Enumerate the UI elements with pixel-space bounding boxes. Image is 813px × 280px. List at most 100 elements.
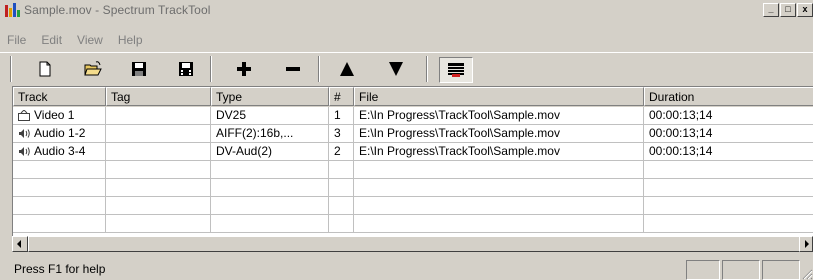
empty-cell [329, 197, 354, 215]
open-button[interactable] [80, 57, 106, 81]
save-all-button[interactable] [173, 57, 199, 81]
empty-cell [211, 179, 329, 197]
close-button[interactable]: x [797, 3, 813, 17]
move-down-button[interactable] [383, 57, 409, 81]
empty-cell [211, 197, 329, 215]
minimize-button[interactable]: _ [763, 3, 779, 17]
cell-track: Video 1 [13, 107, 106, 125]
menu-help[interactable]: Help [111, 33, 151, 47]
scroll-right-button[interactable] [799, 236, 813, 252]
column-header-file[interactable]: File [354, 87, 644, 106]
empty-cell [13, 179, 106, 197]
save-button[interactable] [126, 57, 152, 81]
toolbar-separator [426, 56, 428, 82]
status-panel [722, 260, 760, 280]
empty-cell [329, 215, 354, 233]
properties-button[interactable] [439, 57, 473, 83]
toolbar-separator [318, 56, 320, 82]
audio-track-icon [19, 129, 30, 139]
cell-file: E:\In Progress\TrackTool\Sample.mov [354, 125, 644, 143]
menu-view[interactable]: View [70, 33, 111, 47]
app-icon[interactable] [4, 2, 20, 18]
table-row[interactable]: Audio 3-4 DV-Aud(2) 2 E:\In Progress\Tra… [13, 143, 813, 161]
horizontal-scrollbar[interactable] [12, 236, 813, 252]
empty-cell [644, 161, 813, 179]
empty-row [13, 179, 813, 197]
cell-number: 1 [329, 107, 354, 125]
new-button[interactable] [32, 57, 58, 81]
column-header-track[interactable]: Track [13, 87, 106, 106]
empty-cell [644, 215, 813, 233]
empty-cell [13, 161, 106, 179]
toolbar-separator [10, 56, 12, 82]
window-title: Sample.mov - Spectrum TrackTool [24, 3, 211, 17]
empty-row [13, 215, 813, 233]
move-up-button[interactable] [334, 57, 360, 81]
column-header-number[interactable]: # [329, 87, 354, 106]
cell-track: Audio 1-2 [13, 125, 106, 143]
properties-icon [448, 63, 464, 77]
cell-tag [106, 143, 211, 161]
arrow-left-icon [17, 240, 21, 248]
cell-duration: 00:00:13;14 [644, 107, 813, 125]
remove-track-button[interactable] [280, 57, 306, 81]
scroll-thumb[interactable] [28, 236, 800, 252]
cell-tag [106, 125, 211, 143]
empty-cell [13, 215, 106, 233]
table-row[interactable]: Audio 1-2 AIFF(2):16b,... 3 E:\In Progre… [13, 125, 813, 143]
open-folder-icon [84, 61, 102, 76]
track-name: Audio 1-2 [34, 126, 86, 140]
cell-tag [106, 107, 211, 125]
menu-file[interactable]: File [0, 33, 34, 47]
empty-cell [644, 197, 813, 215]
empty-cell [211, 161, 329, 179]
empty-cell [644, 179, 813, 197]
empty-cell [329, 161, 354, 179]
empty-cell [106, 161, 211, 179]
column-header-tag[interactable]: Tag [106, 87, 211, 106]
arrow-right-icon [805, 240, 809, 248]
status-panel [686, 260, 720, 280]
window-controls: _ □ x [762, 3, 813, 17]
column-header-type[interactable]: Type [211, 87, 329, 106]
toolbar-separator [210, 56, 212, 82]
add-icon [237, 62, 251, 76]
empty-cell [13, 197, 106, 215]
column-header-duration[interactable]: Duration [644, 87, 813, 106]
cell-number: 2 [329, 143, 354, 161]
track-name: Video 1 [34, 108, 75, 122]
resize-grip-icon[interactable] [801, 268, 813, 280]
status-text: Press F1 for help [14, 262, 106, 276]
video-track-icon [18, 110, 30, 122]
cell-type: DV25 [211, 107, 329, 125]
cell-number: 3 [329, 125, 354, 143]
menu-bar: File Edit View Help [0, 30, 151, 50]
move-down-icon [389, 62, 403, 76]
title-bar[interactable]: Sample.mov - Spectrum TrackTool _ □ x [0, 0, 813, 20]
empty-cell [354, 179, 644, 197]
save-all-icon [179, 62, 193, 76]
status-panel [762, 260, 800, 280]
cell-type: AIFF(2):16b,... [211, 125, 329, 143]
cell-file: E:\In Progress\TrackTool\Sample.mov [354, 107, 644, 125]
cell-duration: 00:00:13;14 [644, 143, 813, 161]
track-table[interactable]: Track Tag Type # File Duration Video 1 D… [12, 86, 813, 237]
empty-cell [354, 197, 644, 215]
empty-cell [106, 197, 211, 215]
cell-type: DV-Aud(2) [211, 143, 329, 161]
scroll-left-button[interactable] [12, 236, 28, 252]
empty-cell [211, 215, 329, 233]
track-name: Audio 3-4 [34, 144, 86, 158]
toolbar [0, 52, 813, 85]
cell-track: Audio 3-4 [13, 143, 106, 161]
maximize-button[interactable]: □ [780, 3, 796, 17]
menu-edit[interactable]: Edit [34, 33, 70, 47]
table-row[interactable]: Video 1 DV25 1 E:\In Progress\TrackTool\… [13, 107, 813, 125]
audio-track-icon [19, 147, 30, 157]
move-up-icon [340, 62, 354, 76]
empty-cell [329, 179, 354, 197]
add-track-button[interactable] [231, 57, 257, 81]
new-document-icon [39, 61, 51, 77]
empty-cell [354, 215, 644, 233]
table-header: Track Tag Type # File Duration [13, 87, 813, 107]
